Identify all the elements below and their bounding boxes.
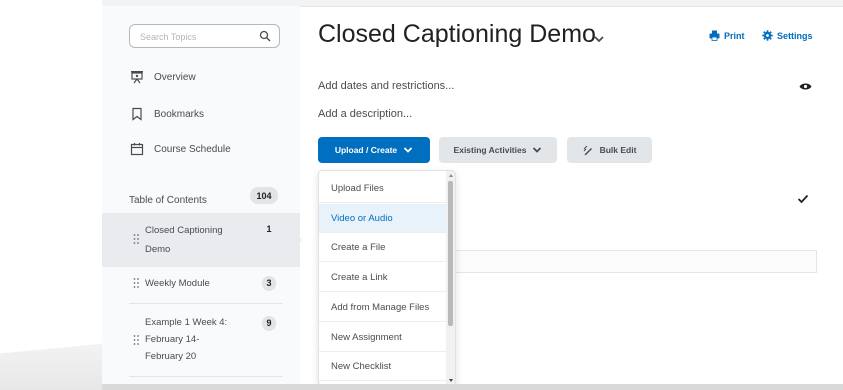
calendar-icon <box>130 143 144 156</box>
existing-activities-label: Existing Activities <box>453 145 527 155</box>
eye-icon[interactable] <box>799 81 812 92</box>
printer-icon <box>709 30 720 41</box>
toc-label: Table of Contents <box>129 194 207 206</box>
menu-item-create-file[interactable]: Create a File <box>319 233 446 262</box>
existing-activities-button[interactable]: Existing Activities <box>439 137 557 163</box>
nav-bookmarks-label: Bookmarks <box>154 108 205 120</box>
gear-icon <box>762 30 773 41</box>
drag-handle-icon[interactable] <box>133 277 140 289</box>
chevron-down-icon <box>404 147 413 153</box>
sidebar: Overview Bookmarks Course Schedule Table… <box>102 6 300 385</box>
print-label: Print <box>724 30 745 41</box>
unit-example-1-week-4[interactable]: Example 1 Week 4: February 14- February … <box>102 311 300 373</box>
presentation-board-icon <box>131 71 143 84</box>
toc-count-badge: 104 <box>250 187 278 204</box>
print-link[interactable]: Print <box>709 30 745 41</box>
bookmark-icon <box>132 107 142 121</box>
scroll-down-arrow-icon[interactable] <box>449 379 453 382</box>
outer-background <box>0 0 102 390</box>
drag-handle-icon[interactable] <box>133 233 140 245</box>
unit-weekly-module[interactable]: Weekly Module 3 <box>102 274 300 302</box>
unit-label: Weekly Module <box>145 278 210 289</box>
scrollbar-thumb[interactable] <box>448 181 453 326</box>
chevron-down-icon[interactable] <box>593 34 605 44</box>
unit-label-line2: Demo <box>145 244 171 255</box>
search-icon[interactable] <box>259 30 271 42</box>
menu-scrollbar[interactable] <box>446 171 455 385</box>
page-title: Closed Captioning Demo <box>318 20 596 48</box>
search-box[interactable] <box>129 24 280 48</box>
add-description-link[interactable]: Add a description... <box>318 108 412 120</box>
screen-bottom-edge <box>102 384 843 390</box>
upload-create-label: Upload / Create <box>334 145 398 155</box>
unit-label-line3: February 20 <box>145 351 197 362</box>
unit-count-badge: 1 <box>266 224 272 234</box>
menu-item-new-assignment[interactable]: New Assignment <box>319 323 446 352</box>
bulk-edit-button[interactable]: Bulk Edit <box>567 137 652 163</box>
menu-item-create-link[interactable]: Create a Link <box>319 263 446 292</box>
nav-course-schedule[interactable]: Course Schedule <box>130 139 231 159</box>
app-window: Overview Bookmarks Course Schedule Table… <box>102 0 843 385</box>
checkmark-icon[interactable] <box>797 194 809 204</box>
upload-create-menu: Upload Files Video or Audio Create a Fil… <box>318 170 456 385</box>
upload-create-button[interactable]: Upload / Create <box>318 137 430 163</box>
menu-item-add-from-manage-files[interactable]: Add from Manage Files <box>319 293 446 322</box>
chevron-down-icon <box>533 147 542 153</box>
unit-label-line1: Closed Captioning <box>145 225 223 236</box>
menu-item-new-checklist[interactable]: New Checklist <box>319 352 446 381</box>
settings-link[interactable]: Settings <box>762 30 813 41</box>
drag-handle-icon[interactable] <box>133 334 140 346</box>
settings-label: Settings <box>777 30 813 41</box>
scroll-up-arrow-icon[interactable] <box>449 174 453 177</box>
unit-count-badge: 9 <box>262 316 276 331</box>
content-drop-area[interactable] <box>447 250 817 273</box>
unit-label-line1: Example 1 Week 4: <box>145 317 228 328</box>
menu-item-video-or-audio[interactable]: Video or Audio <box>319 204 446 233</box>
nav-course-schedule-label: Course Schedule <box>154 143 231 155</box>
active-indicator <box>294 231 302 249</box>
nav-bookmarks[interactable]: Bookmarks <box>130 104 204 124</box>
menu-item-upload-files[interactable]: Upload Files <box>319 174 446 203</box>
nav-overview-label: Overview <box>154 71 196 83</box>
nav-overview[interactable]: Overview <box>130 67 196 87</box>
unit-closed-captioning-demo[interactable]: Closed Captioning Demo 1 <box>102 213 300 267</box>
divider <box>129 303 283 304</box>
bulk-edit-label: Bulk Edit <box>599 145 637 155</box>
search-input[interactable] <box>138 28 252 46</box>
divider <box>129 376 283 377</box>
unit-label-line2: February 14- <box>145 334 200 345</box>
pencil-icon <box>583 145 592 155</box>
unit-count-badge: 3 <box>262 276 276 291</box>
add-dates-link[interactable]: Add dates and restrictions... <box>318 80 454 92</box>
